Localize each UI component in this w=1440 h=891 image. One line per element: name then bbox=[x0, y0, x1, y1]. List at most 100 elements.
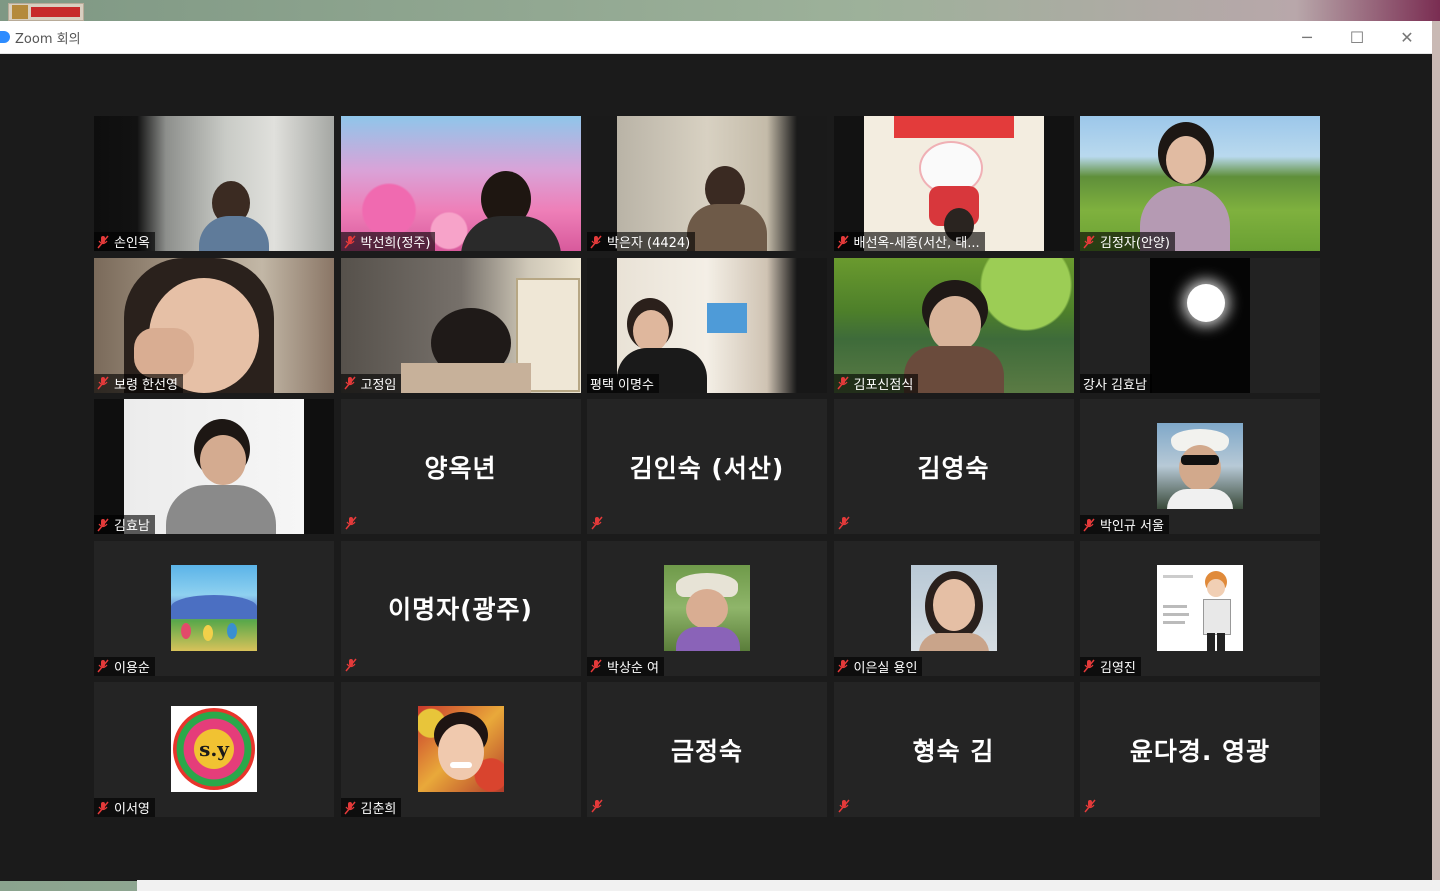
participant-name: 강사 김효남 bbox=[1083, 377, 1147, 393]
participant-name: 김영진 bbox=[1100, 660, 1136, 676]
participant-name: 배선옥-세종(서산, 태... bbox=[853, 236, 980, 251]
participant-name: 김인숙 (서산) bbox=[629, 453, 785, 483]
participant-name-label: 박상순 여 bbox=[587, 656, 664, 676]
participant-name: 평택 이명수 bbox=[590, 377, 654, 393]
participant-tile[interactable]: 김효남 bbox=[94, 399, 334, 534]
participant-name-label: 김영진 bbox=[1080, 656, 1141, 676]
participant-video bbox=[94, 399, 334, 534]
participant-name: 김포신점식 bbox=[853, 377, 914, 393]
app-icon bbox=[12, 5, 28, 19]
participant-tile[interactable]: 김영진 bbox=[1080, 540, 1320, 676]
participant-tile[interactable]: 김인숙 (서산) bbox=[587, 399, 827, 534]
mic-muted-icon bbox=[590, 235, 602, 248]
participant-name-label: 김효남 bbox=[94, 515, 155, 534]
participant-name-label: 김정자(안양) bbox=[1080, 232, 1175, 251]
participant-name: 윤다경. 영광 bbox=[1129, 736, 1271, 766]
close-button[interactable]: ✕ bbox=[1382, 21, 1432, 53]
participant-name: 이명자(광주) bbox=[388, 595, 533, 624]
participant-tile[interactable]: 배선옥-세종(서산, 태... bbox=[833, 116, 1074, 251]
mic-muted-icon bbox=[836, 659, 849, 673]
participant-tile[interactable]: 평택 이명수 bbox=[587, 257, 827, 393]
participant-tile[interactable]: 양옥년 bbox=[340, 399, 581, 534]
mic-muted-icon bbox=[343, 801, 356, 814]
participant-name-label: 이서영 bbox=[94, 798, 155, 817]
desktop-taskbar-edge bbox=[137, 880, 1440, 891]
participant-tile[interactable]: 윤다경. 영광 bbox=[1080, 682, 1320, 817]
title-bar[interactable]: Zoom 회의 ─ ☐ ✕ bbox=[0, 21, 1432, 54]
participant-tile[interactable]: 고정임 bbox=[340, 257, 581, 393]
mic-muted-icon bbox=[344, 658, 357, 671]
zoom-meeting-window: Zoom 회의 ─ ☐ ✕ 손인옥 박선희(정주) 박은자 (4424) 배선옥… bbox=[0, 21, 1432, 881]
profile-picture: s.y bbox=[171, 706, 257, 792]
participant-tile[interactable]: 이은실 용인 bbox=[833, 540, 1074, 676]
participant-tile[interactable]: 보령 한선영 bbox=[94, 257, 334, 393]
participant-tile[interactable]: 형숙 김 bbox=[833, 682, 1074, 817]
taskbar-thumbnail[interactable] bbox=[8, 3, 84, 21]
participant-name: 박선희(정주) bbox=[360, 236, 431, 251]
participant-name-label: 손인옥 bbox=[94, 232, 155, 251]
participant-tile[interactable]: 박은자 (4424) bbox=[587, 116, 827, 251]
mic-muted-icon bbox=[97, 801, 109, 814]
participant-name: 이서영 bbox=[114, 802, 150, 817]
minimize-button[interactable]: ─ bbox=[1282, 21, 1332, 53]
participant-name-label: 고정임 bbox=[340, 373, 402, 393]
participant-video bbox=[833, 116, 1074, 251]
mic-muted-icon bbox=[837, 799, 850, 813]
participant-name: 박인규 서울 bbox=[1100, 519, 1164, 534]
participant-tile[interactable]: 박인규 서울 bbox=[1080, 399, 1320, 534]
maximize-button[interactable]: ☐ bbox=[1332, 21, 1382, 53]
participant-tile[interactable]: 김춘희 bbox=[340, 682, 581, 817]
profile-picture bbox=[1157, 564, 1243, 651]
participant-tile[interactable]: 김포신점식 bbox=[833, 257, 1074, 393]
zoom-logo-icon bbox=[0, 31, 10, 43]
profile-picture bbox=[417, 706, 504, 792]
participant-tile[interactable]: 금정숙 bbox=[587, 682, 827, 817]
mic-muted-icon bbox=[343, 376, 356, 390]
desktop-background bbox=[0, 0, 1440, 21]
participant-video bbox=[1080, 257, 1320, 393]
window-controls: ─ ☐ ✕ bbox=[1282, 21, 1432, 53]
mic-muted-icon bbox=[344, 516, 357, 530]
mic-muted-icon bbox=[97, 376, 109, 390]
participant-name: 형숙 김 bbox=[912, 736, 995, 766]
participant-name-label: 강사 김효남 bbox=[1080, 373, 1152, 393]
participant-tile[interactable]: 박선희(정주) bbox=[340, 116, 581, 251]
participant-video bbox=[833, 257, 1074, 393]
participant-name: 김효남 bbox=[114, 519, 150, 534]
profile-picture bbox=[664, 564, 750, 651]
participant-tile[interactable]: 손인옥 bbox=[94, 116, 334, 251]
participant-tile[interactable]: 이용순 bbox=[94, 540, 334, 676]
participant-tile[interactable]: 이명자(광주) bbox=[340, 540, 581, 676]
participant-tile[interactable]: 김정자(안양) bbox=[1080, 116, 1320, 251]
participant-video bbox=[587, 116, 827, 251]
participant-name-label: 김춘희 bbox=[340, 798, 402, 817]
participant-name-label: 박은자 (4424) bbox=[587, 232, 696, 251]
participant-video bbox=[94, 116, 334, 251]
participant-name-label: 김포신점식 bbox=[833, 373, 919, 393]
participant-name-label: 평택 이명수 bbox=[587, 373, 659, 393]
participant-video bbox=[340, 116, 581, 251]
mic-muted-icon bbox=[1084, 799, 1096, 813]
window-title: Zoom 회의 bbox=[15, 31, 81, 47]
participant-tile[interactable]: 김영숙 bbox=[833, 399, 1074, 534]
mic-muted-icon bbox=[1083, 659, 1095, 673]
participant-video bbox=[340, 257, 581, 393]
participant-name: 고정임 bbox=[360, 377, 397, 393]
participant-name: 박은자 (4424) bbox=[607, 236, 691, 251]
profile-picture bbox=[910, 564, 997, 651]
mic-muted-icon bbox=[590, 659, 602, 673]
participant-video bbox=[94, 257, 334, 393]
gallery-view-grid: 손인옥 박선희(정주) 박은자 (4424) 배선옥-세종(서산, 태... 김… bbox=[94, 116, 1320, 817]
mic-muted-icon bbox=[1083, 235, 1095, 248]
profile-picture bbox=[171, 564, 257, 651]
mic-muted-icon bbox=[836, 376, 849, 390]
participant-name-label: 박인규 서울 bbox=[1080, 515, 1169, 534]
participant-tile[interactable]: s.y 이서영 bbox=[94, 682, 334, 817]
participant-tile[interactable]: 박상순 여 bbox=[587, 540, 827, 676]
profile-picture bbox=[1157, 423, 1243, 509]
profile-logo-text: s.y bbox=[199, 737, 229, 761]
participant-name: 손인옥 bbox=[114, 236, 150, 251]
participant-name: 김춘희 bbox=[360, 802, 397, 817]
participant-name-label: 배선옥-세종(서산, 태... bbox=[833, 232, 985, 251]
participant-tile[interactable]: 강사 김효남 bbox=[1080, 257, 1320, 393]
